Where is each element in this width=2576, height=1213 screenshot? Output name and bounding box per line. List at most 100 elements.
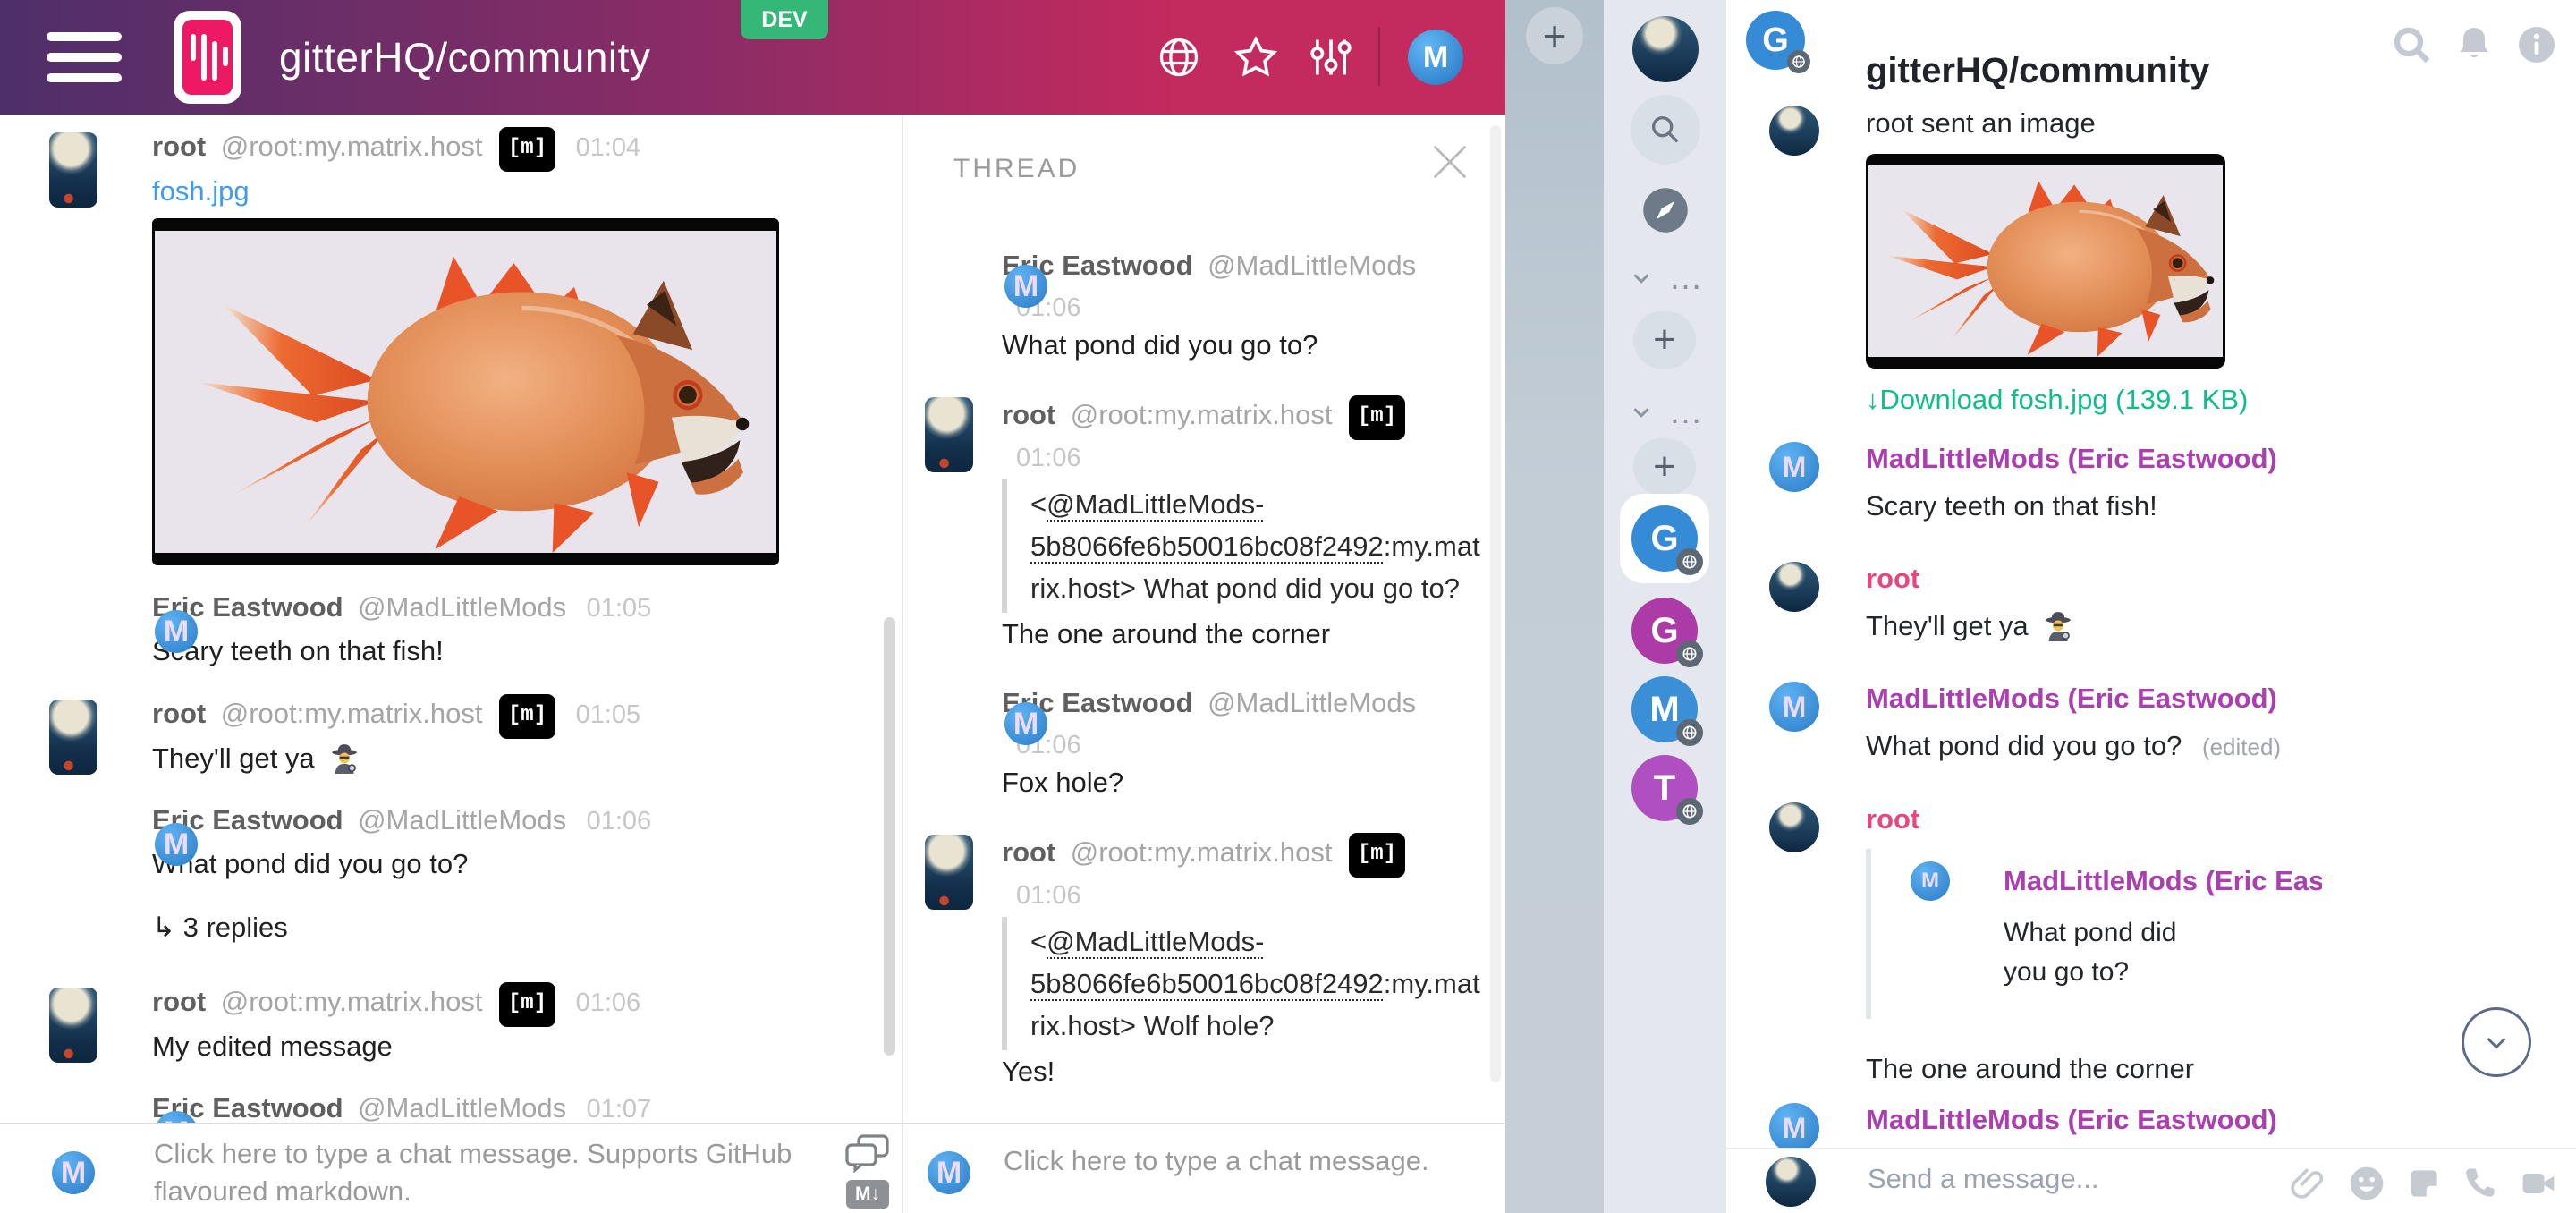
emoji-icon[interactable] [2347,1164,2386,1203]
edited-marker[interactable]: (edited) [2202,734,2281,760]
attachment-link[interactable]: fosh.jpg [152,175,250,207]
sender-username[interactable]: @MadLittleMods [358,591,566,623]
room-letter: G [1650,519,1678,559]
avatar-root[interactable] [1769,106,1819,156]
attachment-icon[interactable] [2288,1164,2327,1203]
section-collapse[interactable]: … [1604,265,1726,292]
sender-name[interactable]: MadLittleMods (Eric Eastwood) [1866,1103,2576,1137]
chat-message-with-reply: root M MadLittleMods (Eric Eastwood) Wha… [1769,802,2576,1089]
user-avatar[interactable] [1632,16,1699,82]
avatar-root[interactable] [49,988,97,1063]
send-message-input[interactable] [1866,1162,2206,1196]
close-icon[interactable] [1429,141,1470,182]
sender-username[interactable]: @root:my.matrix.host [1071,836,1333,868]
avatar-root[interactable] [1769,802,1819,852]
jump-to-bottom-button[interactable] [2462,1007,2531,1077]
add-room-icon[interactable]: + [1633,438,1696,496]
sender-username[interactable]: @root:my.matrix.host [221,698,483,729]
timestamp: 01:07 [587,1095,652,1123]
room-letter: M [1649,690,1679,730]
bell-icon[interactable] [2453,23,2496,66]
avatar-madlittlemods[interactable]: M [1769,682,1819,732]
sender-username[interactable]: @root:my.matrix.host [221,131,483,162]
chat-message-clipped: M MadLittleMods (Eric Eastwood) [1769,1103,2576,1137]
globe-icon[interactable] [1156,34,1202,81]
sender-name[interactable]: root [152,698,206,729]
search-icon[interactable] [2390,23,2433,66]
attached-image-fish[interactable] [152,218,779,565]
timestamp: 01:06 [1002,727,1475,763]
message-text: The one around the corner [1002,615,1475,654]
globe-badge-icon [1676,640,1703,667]
chevron-down-icon [2479,1025,2513,1059]
sender-name[interactable]: root [1866,562,2576,596]
room-avatar[interactable]: T [1631,755,1698,821]
search-icon[interactable] [1631,95,1700,165]
sender-name[interactable]: root [152,131,206,162]
user-avatar[interactable]: M [1408,30,1463,85]
section-collapse[interactable]: … [1604,399,1726,426]
room-letter: T [1654,768,1675,809]
quoted-sender-name[interactable]: MadLittleMods (Eric Eastwood) [2004,861,2322,901]
chat-bubbles-icon[interactable] [844,1133,891,1173]
sender-name[interactable]: root [152,986,206,1017]
star-icon[interactable] [1233,34,1279,81]
quoted-reply[interactable]: M MadLittleMods (Eric Eastwood) What pon… [1866,849,2576,1019]
sender-name[interactable]: root [1866,802,2576,836]
avatar-root[interactable] [1769,562,1819,612]
sender-username[interactable]: @MadLittleMods [358,1092,566,1123]
room-avatar[interactable]: M [1631,676,1698,742]
sender-username[interactable]: @MadLittleMods [1208,250,1416,281]
add-icon[interactable]: + [1526,7,1583,64]
room-avatar-selected[interactable]: G [1620,494,1709,583]
dev-badge: DEV [741,0,828,39]
avatar-madlittlemods[interactable]: M [1769,442,1819,492]
sender-username[interactable]: @root:my.matrix.host [221,986,483,1017]
download-link[interactable]: ↓Download fosh.jpg (139.1 KB) [1866,381,2576,419]
thread-message-input[interactable] [1002,1144,1467,1178]
compass-icon[interactable] [1641,186,1690,234]
thread-scrollbar[interactable] [1490,125,1501,1082]
sender-username[interactable]: @MadLittleMods [1208,687,1416,718]
chat-message-input[interactable] [152,1133,843,1210]
mention-link[interactable]: 5b8066fe6b50016bc08f2492 [1030,530,1384,562]
image-thumbnail-fish[interactable] [1866,154,2225,369]
chat-scrollbar[interactable] [884,617,895,1056]
avatar-root[interactable] [49,132,97,208]
message-text: My edited message [152,1027,902,1066]
more-icon[interactable]: … [1669,403,1703,421]
info-icon[interactable] [2515,23,2558,66]
add-room-icon[interactable]: + [1633,311,1696,369]
room-avatar[interactable]: G [1746,11,1805,70]
gitter-logo[interactable] [174,11,242,104]
phone-icon[interactable] [2460,1164,2499,1203]
video-icon[interactable] [2519,1164,2558,1203]
markdown-icon[interactable]: M↓ [846,1180,889,1209]
sender-username[interactable]: @root:my.matrix.host [1071,399,1333,430]
room-avatar[interactable]: G [1631,598,1698,664]
avatar-root[interactable] [925,835,973,910]
quoted-reply: <@MadLittleMods- 5b8066fe6b50016bc08f249… [1002,479,1476,613]
matrix-badge: [m] [499,694,555,739]
sender-name[interactable]: MadLittleMods (Eric Eastwood) [1866,682,2576,716]
timestamp: 01:06 [1002,440,1475,476]
sender-name[interactable]: MadLittleMods (Eric Eastwood) [1866,442,2576,476]
mention-link[interactable]: @MadLittleMods- [1046,488,1264,520]
avatar-madlittlemods[interactable]: M [1769,1103,1819,1148]
mention-link[interactable]: @MadLittleMods- [1046,926,1264,957]
menu-icon[interactable] [47,21,122,94]
sender-username[interactable]: @MadLittleMods [358,804,566,836]
filters-icon[interactable] [1308,34,1354,81]
quote-text: < [1030,926,1046,957]
avatar-root[interactable] [925,397,973,472]
sender-name[interactable]: root [1002,399,1055,430]
more-icon[interactable]: … [1669,269,1703,287]
composer-avatar [1766,1157,1816,1207]
mention-link[interactable]: 5b8066fe6b50016bc08f2492 [1030,968,1384,999]
image-message: root sent an image ↓Download fosh.jpg (1… [1769,106,2576,419]
sticker-icon[interactable] [2404,1164,2444,1203]
sender-name[interactable]: root [1002,836,1055,868]
avatar-root[interactable] [49,700,97,775]
thread-replies-link[interactable]: ↳ 3 replies [152,909,902,946]
quoted-reply: <@MadLittleMods- 5b8066fe6b50016bc08f249… [1002,917,1476,1050]
